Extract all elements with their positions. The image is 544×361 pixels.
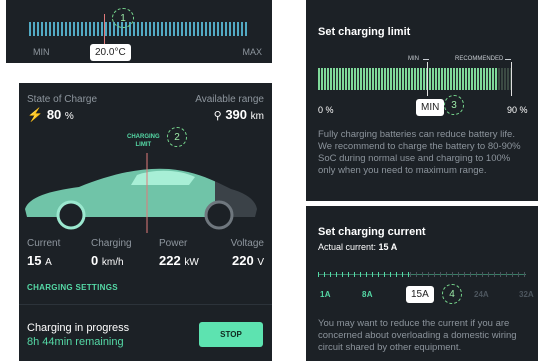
car-illustration bbox=[25, 153, 257, 233]
stat-current-number: 15 bbox=[27, 253, 42, 268]
charging-current-description: You may want to reduce the current if yo… bbox=[318, 318, 517, 353]
temperature-max-label: MAX bbox=[242, 47, 262, 57]
temperature-value-pill: 20.0°C bbox=[90, 44, 131, 61]
stat-current-label: Current bbox=[27, 238, 61, 249]
stat-voltage-label: Voltage bbox=[230, 238, 264, 249]
stat-current-value: 15 A bbox=[27, 253, 52, 268]
charging-limit-label-line2: LIMIT bbox=[135, 142, 152, 148]
current-slider-ticks-inactive bbox=[410, 272, 526, 277]
limit-right-label: 90 % bbox=[507, 105, 528, 115]
scale-1a: 1A bbox=[320, 290, 331, 299]
callout-3: 3 bbox=[444, 95, 464, 115]
stat-power-label: Power bbox=[159, 238, 188, 249]
limit-min-pill: MIN bbox=[416, 99, 445, 116]
charging-current-panel: Set charging current Actual current: 15 … bbox=[306, 206, 538, 361]
stop-button[interactable]: STOP bbox=[199, 322, 263, 347]
stat-voltage-value: 220 V bbox=[232, 253, 264, 268]
limit-left-label: 0 % bbox=[318, 105, 334, 115]
charging-current-title: Set charging current bbox=[318, 226, 426, 238]
stat-voltage-unit: V bbox=[257, 257, 264, 268]
actual-current-value: 15 A bbox=[378, 242, 398, 252]
current-slider-ticks-active bbox=[318, 272, 410, 277]
stat-charging-number: 0 bbox=[91, 253, 99, 268]
callout-4: 4 bbox=[442, 284, 462, 304]
stat-current-unit: A bbox=[45, 257, 52, 268]
charging-status-remaining: 8h 44min remaining bbox=[27, 336, 124, 348]
stat-voltage-number: 220 bbox=[232, 253, 254, 268]
range-value: ⚲ 390 km bbox=[214, 107, 264, 122]
front-wheel bbox=[56, 200, 86, 230]
stat-charging-value: 0 km/h bbox=[91, 253, 124, 268]
min-marker-leader bbox=[423, 59, 429, 60]
temperature-slider-handle[interactable] bbox=[104, 14, 105, 46]
temperature-panel: 1 MIN MAX 20.0°C bbox=[6, 0, 272, 63]
soc-unit: % bbox=[64, 111, 74, 122]
charging-status-title: Charging in progress bbox=[27, 322, 130, 334]
stat-power-number: 222 bbox=[159, 253, 181, 268]
stat-charging-label: Charging bbox=[91, 238, 132, 249]
stat-charging-unit: km/h bbox=[101, 257, 124, 268]
range-label: Available range bbox=[195, 94, 264, 105]
charging-limit-label: CHARGING LIMIT bbox=[127, 133, 160, 149]
range-unit: km bbox=[250, 111, 264, 122]
bolt-icon: ⚡ bbox=[27, 107, 44, 122]
range-number: 390 bbox=[225, 107, 248, 122]
callout-1: 1 bbox=[112, 8, 134, 28]
soc-value: ⚡ 80 % bbox=[27, 107, 74, 123]
actual-current: Actual current: 15 A bbox=[318, 242, 397, 252]
stat-power-unit: kW bbox=[184, 257, 199, 268]
min-marker-label: MIN bbox=[408, 56, 419, 62]
min-marker-line bbox=[427, 62, 428, 96]
recommended-marker-line bbox=[511, 62, 512, 96]
charging-limit-slider-fill[interactable] bbox=[318, 68, 498, 90]
charging-limit-label-line1: CHARGING bbox=[127, 134, 160, 140]
vehicle-charging-panel: State of Charge ⚡ 80 % Available range ⚲… bbox=[19, 83, 272, 361]
temperature-slider-track[interactable] bbox=[29, 22, 249, 36]
scale-24a: 24A bbox=[474, 290, 489, 299]
charging-limit-slider-rest[interactable] bbox=[498, 68, 512, 90]
recommended-marker-label: RECOMMENDED bbox=[455, 56, 504, 62]
soc-number: 80 bbox=[46, 107, 62, 122]
rear-wheel bbox=[204, 200, 234, 230]
scale-32a: 32A bbox=[519, 290, 534, 299]
scale-8a: 8A bbox=[362, 290, 373, 299]
charging-limit-panel: Set charging limit MIN RECOMMENDED 0 % 9… bbox=[306, 0, 538, 201]
stat-power-value: 222 kW bbox=[159, 253, 199, 268]
callout-2: 2 bbox=[167, 127, 187, 147]
charging-limit-title: Set charging limit bbox=[318, 26, 411, 38]
actual-current-label: Actual current: bbox=[318, 242, 377, 252]
location-pin-icon: ⚲ bbox=[213, 110, 222, 122]
divider bbox=[19, 304, 272, 305]
temperature-min-label: MIN bbox=[33, 47, 50, 57]
charging-limit-description: Fully charging batteries can reduce batt… bbox=[318, 129, 521, 176]
recommended-marker-leader bbox=[505, 59, 511, 60]
charging-settings-link[interactable]: CHARGING SETTINGS bbox=[27, 283, 118, 292]
current-value-pill[interactable]: 15A bbox=[406, 286, 434, 303]
soc-label: State of Charge bbox=[27, 94, 98, 105]
